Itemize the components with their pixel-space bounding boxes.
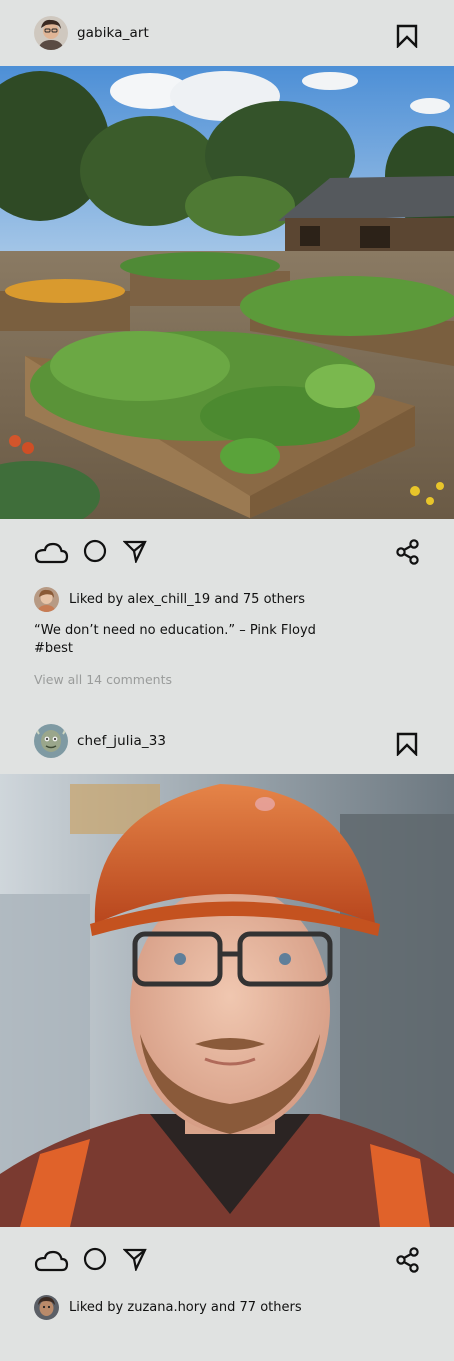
username[interactable]: chef_julia_33: [77, 733, 166, 749]
bookmark-icon[interactable]: [396, 24, 418, 48]
send-icon[interactable]: [123, 1247, 147, 1271]
circle-icon[interactable]: [83, 1247, 107, 1271]
post-photo[interactable]: [0, 774, 454, 1227]
post-header: chef_julia_33: [0, 708, 454, 774]
liker-avatar[interactable]: [34, 586, 59, 612]
avatar[interactable]: [34, 16, 68, 50]
liker-avatar[interactable]: [34, 1294, 59, 1320]
send-icon[interactable]: [123, 539, 147, 563]
caption-text: “We don’t need no education.” – Pink Flo…: [34, 623, 316, 638]
view-comments-link[interactable]: View all 14 comments: [0, 672, 454, 687]
feed: gabika_art Liked by alex_chill_19 and 75…: [0, 0, 454, 1361]
caption: “We don’t need no education.” – Pink Flo…: [0, 622, 454, 658]
post-header: gabika_art: [0, 0, 454, 66]
caption-hashtag[interactable]: #best: [34, 640, 454, 658]
post-photo[interactable]: [0, 66, 454, 519]
likes-row: Liked by zuzana.hory and 77 others: [0, 1293, 454, 1321]
post-actions: [0, 519, 454, 585]
circle-icon[interactable]: [83, 539, 107, 563]
post-actions: [0, 1227, 454, 1293]
cloud-icon[interactable]: [33, 1247, 69, 1273]
likes-text[interactable]: Liked by zuzana.hory and 77 others: [69, 1300, 302, 1315]
likes-text[interactable]: Liked by alex_chill_19 and 75 others: [69, 592, 305, 607]
likes-row: Liked by alex_chill_19 and 75 others: [0, 585, 454, 613]
share-icon[interactable]: [396, 539, 420, 565]
share-icon[interactable]: [396, 1247, 420, 1273]
username[interactable]: gabika_art: [77, 25, 149, 41]
cloud-icon[interactable]: [33, 539, 69, 565]
bookmark-icon[interactable]: [396, 732, 418, 756]
avatar[interactable]: [34, 724, 68, 758]
